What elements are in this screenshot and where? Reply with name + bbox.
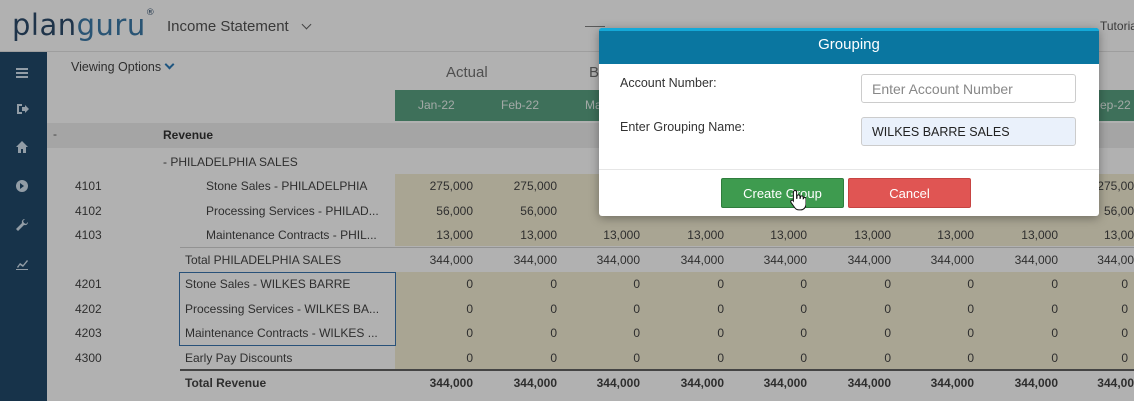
grouping-name-label: Enter Grouping Name: [620, 120, 746, 134]
grouping-name-input[interactable] [861, 117, 1076, 146]
account-number-input[interactable] [861, 74, 1076, 103]
grouping-dialog: Grouping Account Number: Enter Grouping … [599, 28, 1099, 216]
hand-cursor-icon [790, 189, 806, 211]
dialog-divider [599, 169, 1099, 170]
cancel-button[interactable]: Cancel [848, 178, 971, 208]
dialog-title: Grouping [818, 36, 880, 53]
create-group-button[interactable]: Create Group [721, 178, 844, 208]
account-number-label: Account Number: [620, 76, 717, 90]
